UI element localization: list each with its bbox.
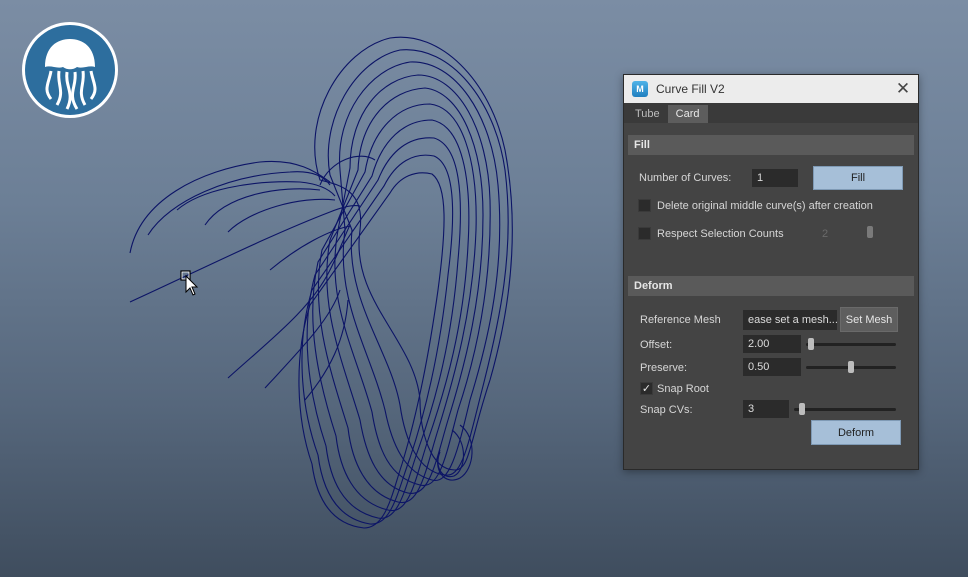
dialog-titlebar[interactable]: M Curve Fill V2 ✕ <box>624 75 918 103</box>
dialog-title: Curve Fill V2 <box>656 82 725 96</box>
fill-button[interactable]: Fill <box>813 166 903 190</box>
respect-count-value: 2 <box>822 228 829 240</box>
num-curves-input[interactable]: 1 <box>752 169 798 187</box>
offset-slider-handle[interactable] <box>808 338 814 350</box>
deform-button[interactable]: Deform <box>811 420 901 445</box>
respect-selection-checkbox[interactable] <box>638 227 651 240</box>
mouse-cursor-icon <box>180 270 199 296</box>
fill-section-header[interactable]: Fill <box>628 135 914 155</box>
snap-root-label: Snap Root <box>657 383 709 395</box>
snap-cvs-label: Snap CVs: <box>640 404 693 416</box>
reference-mesh-field[interactable]: ease set a mesh... <box>743 310 837 330</box>
num-curves-label: Number of Curves: <box>639 172 732 184</box>
preserve-input[interactable]: 0.50 <box>743 358 801 376</box>
snap-cvs-input[interactable]: 3 <box>743 400 789 418</box>
tab-bar: Tube Card <box>624 103 918 123</box>
offset-slider-track[interactable] <box>806 343 896 346</box>
maya-app-icon: M <box>632 81 648 97</box>
curve-fill-dialog: M Curve Fill V2 ✕ Tube Card Fill Number … <box>623 74 919 470</box>
card-tab-panel: Fill Number of Curves: 1 Fill Delete ori… <box>624 123 918 469</box>
offset-input[interactable]: 2.00 <box>743 335 801 353</box>
tab-tube[interactable]: Tube <box>627 105 668 123</box>
set-mesh-button[interactable]: Set Mesh <box>840 307 898 332</box>
jellyfish-logo <box>22 22 118 118</box>
respect-count-slider[interactable] <box>867 226 873 238</box>
preserve-slider-handle[interactable] <box>848 361 854 373</box>
delete-original-checkbox[interactable] <box>638 199 651 212</box>
snap-cvs-slider-handle[interactable] <box>799 403 805 415</box>
snap-root-checkbox[interactable]: ✓ <box>640 382 653 395</box>
tab-card[interactable]: Card <box>667 105 708 123</box>
deform-section-header[interactable]: Deform <box>628 276 914 296</box>
respect-selection-label: Respect Selection Counts <box>657 228 784 240</box>
delete-original-label: Delete original middle curve(s) after cr… <box>657 200 873 212</box>
offset-label: Offset: <box>640 339 673 351</box>
snap-cvs-slider-track[interactable] <box>794 408 896 411</box>
preserve-label: Preserve: <box>640 362 688 374</box>
close-icon[interactable]: ✕ <box>894 79 912 98</box>
reference-mesh-label: Reference Mesh <box>640 314 721 326</box>
